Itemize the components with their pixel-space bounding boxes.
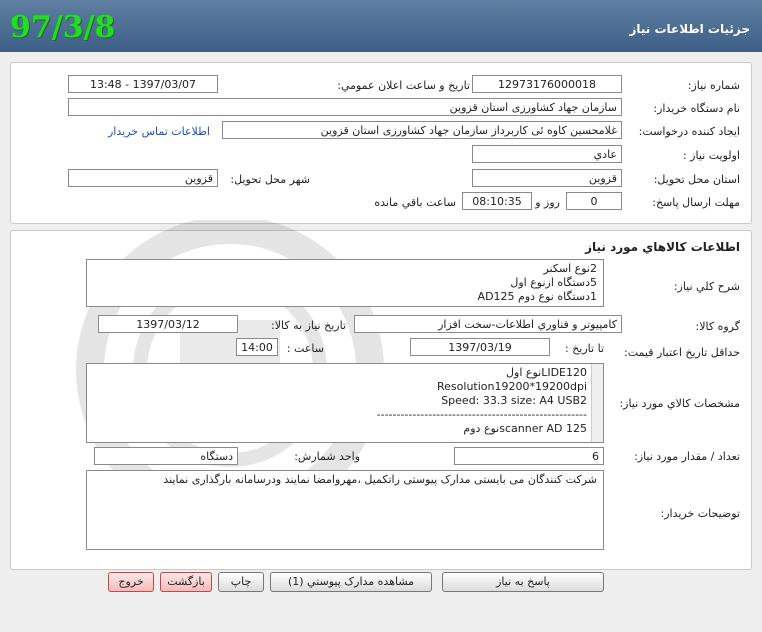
summary-box: 2نوع اسکنر 5دستگاه ازنوع اول 1دستگاه نوع… xyxy=(86,259,604,307)
city-field: قزوين xyxy=(68,169,218,187)
spec-line: ----------------------------------------… xyxy=(376,408,587,421)
buyer-org-label: نام دستگاه خريدار: xyxy=(653,102,740,115)
province-field: قزوين xyxy=(472,169,622,187)
date-stamp: 97/3/8 xyxy=(10,10,116,45)
validity-label: حداقل تاريخ اعتبار قيمت: xyxy=(624,346,740,359)
view-docs-button[interactable]: مشاهده مدارک پيوستي (1) xyxy=(270,572,432,592)
back-button[interactable]: بازگشت xyxy=(160,572,212,592)
reply-button[interactable]: پاسخ به نياز xyxy=(442,572,604,592)
qty-field: 6 xyxy=(454,447,604,465)
until-date-label: تا تاريخ : xyxy=(565,342,604,355)
need-number-field: 12973176000018 xyxy=(472,75,622,93)
need-date-label: تاريخ نياز به کالا: xyxy=(271,319,346,332)
days-field: 0 xyxy=(566,192,622,210)
city-label: شهر محل تحويل: xyxy=(230,173,310,186)
province-label: استان محل تحويل: xyxy=(653,173,740,186)
exit-button[interactable]: خروج xyxy=(108,572,154,592)
announce-label: تاريخ و ساعت اعلان عمومي: xyxy=(337,79,470,92)
spec-label: مشخصات کالاي مورد نياز: xyxy=(619,397,740,410)
days-label: روز و xyxy=(535,196,560,209)
spec-box[interactable]: LIDE120نوع اول Resolution19200*19200dpi … xyxy=(86,363,604,443)
time-remaining-field: 08:10:35 xyxy=(462,192,532,210)
qty-label: تعداد / مقدار مورد نياز: xyxy=(634,450,740,463)
unit-label: واحد شمارش: xyxy=(294,450,360,463)
contact-link[interactable]: اطلاعات تماس خريدار xyxy=(108,125,210,138)
summary-line: 2نوع اسکنر xyxy=(543,262,597,275)
buyer-notes-text: شرکت کنندگان می بایستی مدارک پیوستی راتک… xyxy=(163,473,597,486)
summary-line: 1دستگاه نوع دوم AD125 xyxy=(477,290,597,303)
page-title: جزئيات اطلاعات نياز xyxy=(629,22,750,36)
hour-field: 14:00 xyxy=(236,338,278,356)
buyer-notes-box: شرکت کنندگان می بایستی مدارک پیوستی راتک… xyxy=(86,470,604,550)
priority-field: عادي xyxy=(472,145,622,163)
priority-label: اولويت نياز : xyxy=(682,149,740,162)
remaining-label: ساعت باقي مانده xyxy=(374,196,456,209)
buyer-org-field: سازمان جهاد کشاورزی استان قزوین xyxy=(68,98,622,116)
group-label: گروه کالا: xyxy=(695,320,740,333)
summary-line: 5دستگاه ازنوع اول xyxy=(510,276,597,289)
requester-label: ايجاد کننده درخواست: xyxy=(638,125,740,138)
until-date-field: 1397/03/19 xyxy=(410,338,550,356)
requester-field: غلامحسین کاوه ئی کاربرداز سازمان جهاد کش… xyxy=(222,121,622,139)
need-number-label: شماره نياز: xyxy=(687,79,740,92)
summary-label: شرح کلي نياز: xyxy=(673,280,740,293)
hour-label: ساعت : xyxy=(286,342,324,355)
unit-field: دستگاه xyxy=(94,447,238,465)
goods-title: اطلاعات کالاهاي مورد نياز xyxy=(585,240,740,254)
deadline-label: مهلت ارسال پاسخ: xyxy=(652,196,740,209)
need-date-field: 1397/03/12 xyxy=(98,315,238,333)
print-button[interactable]: چاپ xyxy=(218,572,264,592)
spec-scrollbar[interactable] xyxy=(591,364,603,442)
announce-field: 1397/03/07 - 13:48 xyxy=(68,75,218,93)
group-field: کامپيوتر و فناوري اطلاعات-سخت افزار xyxy=(354,315,622,333)
spec-line: scanner AD 125نوع دوم xyxy=(463,422,587,435)
buyer-notes-label: توضيحات خريدار: xyxy=(660,507,741,520)
spec-line: Resolution19200*19200dpi xyxy=(437,380,587,393)
spec-line: LIDE120نوع اول xyxy=(506,366,587,379)
spec-line: Speed: 33.3 size: A4 USB2 xyxy=(441,394,587,407)
